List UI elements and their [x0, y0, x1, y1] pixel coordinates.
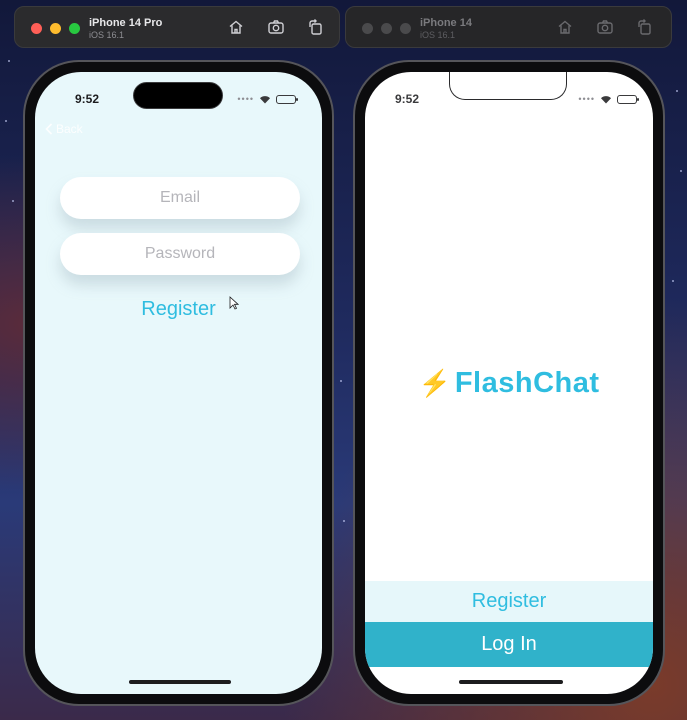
log-in-button[interactable]: Log In — [365, 622, 653, 667]
wifi-icon — [260, 95, 270, 103]
simulator-titlebar-iphone-14: iPhone 14 iOS 16.1 — [345, 6, 672, 48]
wifi-icon — [601, 95, 611, 103]
back-label: Back — [56, 122, 83, 136]
register-button[interactable]: Register — [365, 581, 653, 622]
simulator-os-version: iOS 16.1 — [420, 30, 456, 40]
status-bar-icons: •••• — [578, 94, 639, 104]
device-frame-iphone-14-pro: 9:52 •••• Back Register — [23, 60, 334, 706]
camera-notch — [449, 72, 567, 100]
home-indicator — [459, 680, 563, 684]
status-bar-time: 9:52 — [75, 92, 100, 106]
app-logo: ⚡ FlashChat — [365, 367, 653, 400]
screenshot-icon[interactable] — [267, 18, 285, 36]
welcome-screen: 9:52 •••• ⚡ FlashChat Register Log In — [365, 72, 653, 694]
minimize-window-button[interactable] — [50, 23, 61, 34]
password-field[interactable] — [60, 233, 300, 275]
mouse-cursor-icon — [229, 296, 239, 310]
register-screen: 9:52 •••• Back Register — [35, 72, 322, 694]
dynamic-island — [133, 82, 223, 109]
lightning-bolt-icon: ⚡ — [418, 368, 451, 398]
window-controls — [362, 23, 411, 34]
app-title: FlashChat — [454, 367, 600, 399]
back-button[interactable]: Back — [45, 122, 83, 136]
status-bar-icons: •••• — [237, 94, 298, 104]
simulator-device-name: iPhone 14 — [420, 17, 472, 29]
home-indicator — [129, 680, 231, 684]
register-button[interactable]: Register — [35, 298, 322, 321]
status-bar-time: 9:52 — [395, 92, 420, 106]
simulator-device-name: iPhone 14 Pro — [89, 17, 163, 29]
battery-icon — [617, 94, 639, 104]
signal-icon: •••• — [237, 94, 254, 104]
minimize-window-button[interactable] — [381, 23, 392, 34]
home-icon[interactable] — [556, 18, 574, 36]
simulator-os-version: iOS 16.1 — [89, 30, 125, 40]
simulator-titlebar-iphone-14-pro: iPhone 14 Pro iOS 16.1 — [14, 6, 340, 48]
battery-icon — [276, 94, 298, 104]
zoom-window-button[interactable] — [69, 23, 80, 34]
signal-icon: •••• — [578, 94, 595, 104]
zoom-window-button[interactable] — [400, 23, 411, 34]
window-controls — [31, 23, 80, 34]
close-window-button[interactable] — [362, 23, 373, 34]
email-field[interactable] — [60, 177, 300, 219]
screenshot-icon[interactable] — [596, 18, 614, 36]
device-frame-iphone-14: 9:52 •••• ⚡ FlashChat Register Log In — [353, 60, 665, 706]
rotate-icon[interactable] — [636, 18, 654, 36]
close-window-button[interactable] — [31, 23, 42, 34]
rotate-icon[interactable] — [307, 18, 325, 36]
chevron-left-icon — [45, 123, 53, 135]
home-icon[interactable] — [227, 18, 245, 36]
